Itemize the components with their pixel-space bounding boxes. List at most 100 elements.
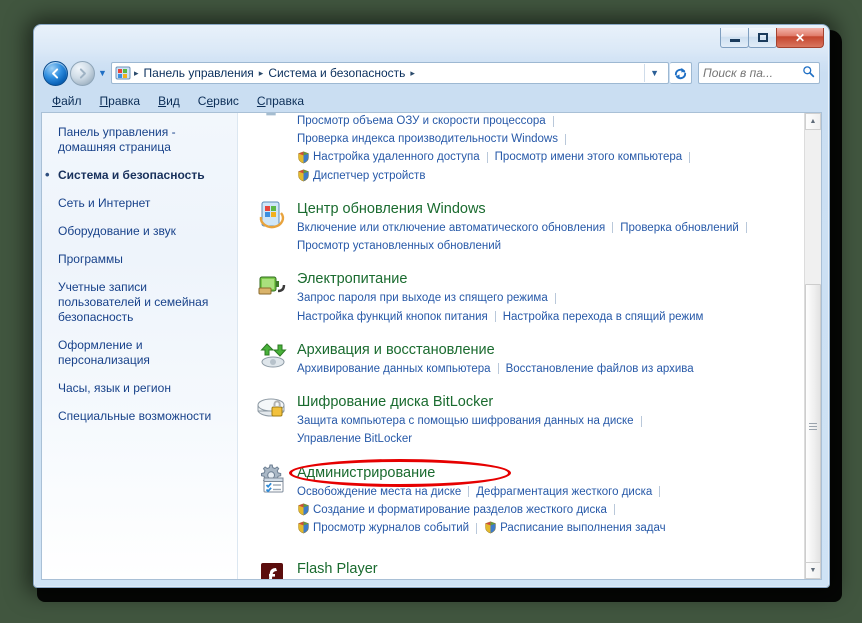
task-link[interactable]: Диспетчер устройств bbox=[313, 167, 425, 185]
sidebar-item-label: Учетные записи пользователей и семейная … bbox=[58, 280, 209, 324]
link-row: Просмотр объема ОЗУ и скорости процессор… bbox=[297, 113, 794, 130]
menu-item-1[interactable]: Правка bbox=[91, 92, 150, 110]
link-row: Создание и форматирование разделов жестк… bbox=[297, 501, 794, 519]
search-box[interactable] bbox=[698, 62, 820, 84]
sidebar-item-1[interactable]: Система и безопасность bbox=[45, 167, 227, 183]
sidebar-item-5[interactable]: Учетные записи пользователей и семейная … bbox=[58, 280, 227, 325]
link-row: Управление BitLocker bbox=[297, 430, 794, 448]
power-icon[interactable] bbox=[256, 269, 288, 301]
category-title[interactable]: Администрирование bbox=[297, 464, 435, 483]
uac-shield-icon bbox=[297, 169, 310, 182]
windows-update-icon[interactable] bbox=[256, 199, 288, 231]
close-button[interactable]: ✕ bbox=[776, 28, 824, 48]
sidebar-item-4[interactable]: Программы bbox=[58, 252, 227, 267]
uac-shield-icon bbox=[297, 521, 310, 534]
sidebar-item-3[interactable]: Оборудование и звук bbox=[58, 224, 227, 239]
task-link[interactable]: Проверка обновлений bbox=[620, 219, 739, 237]
link-separator bbox=[486, 151, 488, 163]
maximize-button[interactable] bbox=[748, 28, 777, 48]
backup-icon[interactable] bbox=[256, 340, 288, 372]
minimize-button[interactable] bbox=[720, 28, 749, 48]
task-link[interactable]: Архивирование данных компьютера bbox=[297, 360, 491, 378]
address-bar: ▼ ▸ Панель управления ▸ Система и безопа… bbox=[43, 59, 820, 87]
category-title[interactable]: Flash Player bbox=[297, 560, 378, 579]
bitlocker-icon[interactable] bbox=[256, 392, 288, 424]
control-panel-window: ✕ ▼ ▸ Панель управления ▸ Система и безо… bbox=[33, 24, 830, 588]
task-link[interactable]: Расписание выполнения задач bbox=[500, 519, 666, 537]
link-row: Запрос пароля при выходе из спящего режи… bbox=[297, 289, 794, 307]
task-link[interactable]: Освобождение места на диске bbox=[297, 483, 461, 501]
category-flash-player: Flash Player bbox=[256, 559, 794, 579]
sidebar-item-0[interactable]: Панель управления - домашняя страница bbox=[58, 125, 227, 155]
uac-shield-icon bbox=[484, 521, 497, 534]
task-link[interactable]: Настройка функций кнопок питания bbox=[297, 308, 488, 326]
flash-player-icon[interactable] bbox=[256, 559, 288, 579]
breadcrumb[interactable]: ▸ Панель управления ▸ Система и безопасн… bbox=[111, 62, 669, 84]
link-separator bbox=[564, 133, 566, 145]
scroll-up-button[interactable]: ▲ bbox=[805, 113, 821, 130]
title-bar: ✕ bbox=[35, 26, 828, 56]
menu-item-3[interactable]: Сервис bbox=[189, 92, 248, 110]
category-body: Flash Player bbox=[297, 559, 794, 579]
link-row: Просмотр журналов событий Расписание выпо… bbox=[297, 519, 794, 537]
sidebar-item-7[interactable]: Часы, язык и регион bbox=[58, 381, 227, 396]
forward-button[interactable] bbox=[70, 60, 95, 86]
task-link[interactable]: Просмотр установленных обновлений bbox=[297, 237, 501, 255]
task-link[interactable]: Запрос пароля при выходе из спящего режи… bbox=[297, 289, 548, 307]
back-button[interactable] bbox=[43, 60, 68, 86]
breadcrumb-item-1[interactable]: Система и безопасность bbox=[264, 65, 409, 81]
minimize-icon bbox=[721, 28, 748, 47]
category-body: Шифрование диска BitLocker Защита компьют… bbox=[297, 392, 794, 448]
category-title[interactable]: Шифрование диска BitLocker bbox=[297, 393, 493, 412]
sidebar-item-label: Сеть и Интернет bbox=[58, 196, 151, 210]
task-link[interactable]: Настройка перехода в спящий режим bbox=[503, 308, 704, 326]
category-title[interactable]: Архивация и восстановление bbox=[297, 341, 495, 360]
scroll-down-button[interactable]: ▼ bbox=[805, 562, 821, 579]
sidebar-item-6[interactable]: Оформление и персонализация bbox=[58, 338, 227, 368]
refresh-button[interactable] bbox=[670, 62, 692, 84]
task-link[interactable]: Просмотр объема ОЗУ и скорости процессор… bbox=[297, 113, 546, 130]
search-input[interactable] bbox=[703, 66, 800, 80]
link-row: Включение или отключение автоматического… bbox=[297, 219, 794, 237]
task-link[interactable]: Восстановление файлов из архива bbox=[506, 360, 694, 378]
category-bitlocker: Шифрование диска BitLocker Защита компьют… bbox=[256, 392, 794, 448]
uac-shield-icon bbox=[297, 151, 310, 164]
category-body: Архивация и восстановление Архивирование … bbox=[297, 340, 794, 378]
link-row: Диспетчер устройств bbox=[297, 167, 794, 185]
breadcrumb-dropdown-icon[interactable]: ▼ bbox=[644, 64, 666, 82]
scrollbar-thumb[interactable] bbox=[805, 284, 821, 569]
link-row: Проверка индекса производительности Wind… bbox=[297, 130, 794, 148]
refresh-icon bbox=[674, 67, 687, 79]
sidebar-item-8[interactable]: Специальные возможности bbox=[58, 409, 227, 424]
sidebar-item-2[interactable]: Сеть и Интернет bbox=[58, 196, 227, 211]
task-link[interactable]: Включение или отключение автоматического… bbox=[297, 219, 605, 237]
link-separator bbox=[659, 486, 661, 498]
link-separator bbox=[497, 363, 499, 375]
uac-shield-icon bbox=[297, 503, 310, 516]
breadcrumb-item-0[interactable]: Панель управления bbox=[140, 65, 258, 81]
category-body: Администрирование Освобождение места на д… bbox=[289, 458, 794, 538]
category-title[interactable]: Электропитание bbox=[297, 270, 407, 289]
link-separator bbox=[613, 504, 615, 516]
link-row: Архивирование данных компьютера Восстанов… bbox=[297, 360, 794, 378]
menu-item-0[interactable]: Файл bbox=[43, 92, 91, 110]
link-separator bbox=[494, 311, 496, 323]
category-title[interactable]: Центр обновления Windows bbox=[297, 200, 486, 219]
vertical-scrollbar[interactable]: ▲ ▼ bbox=[804, 113, 821, 579]
sidebar-item-label: Панель управления - домашняя страница bbox=[58, 125, 176, 154]
menu-item-4[interactable]: Справка bbox=[248, 92, 313, 110]
task-link[interactable]: Настройка удаленного доступа bbox=[313, 148, 480, 166]
task-link[interactable]: Просмотр журналов событий bbox=[313, 519, 469, 537]
administrative-tools-icon[interactable] bbox=[256, 463, 288, 495]
menu-item-2[interactable]: Вид bbox=[149, 92, 189, 110]
category-administrative-tools: Администрирование Освобождение места на д… bbox=[256, 458, 794, 538]
task-link[interactable]: Просмотр имени этого компьютера bbox=[495, 148, 682, 166]
control-panel-icon bbox=[115, 65, 131, 81]
task-link[interactable]: Дефрагментация жесткого диска bbox=[476, 483, 652, 501]
task-link[interactable]: Создание и форматирование разделов жестк… bbox=[313, 501, 607, 519]
history-dropdown-button[interactable]: ▼ bbox=[95, 68, 110, 78]
forward-arrow-icon bbox=[79, 67, 86, 79]
task-link[interactable]: Проверка индекса производительности Wind… bbox=[297, 130, 558, 148]
task-link[interactable]: Защита компьютера с помощью шифрования д… bbox=[297, 412, 634, 430]
task-link[interactable]: Управление BitLocker bbox=[297, 430, 412, 448]
